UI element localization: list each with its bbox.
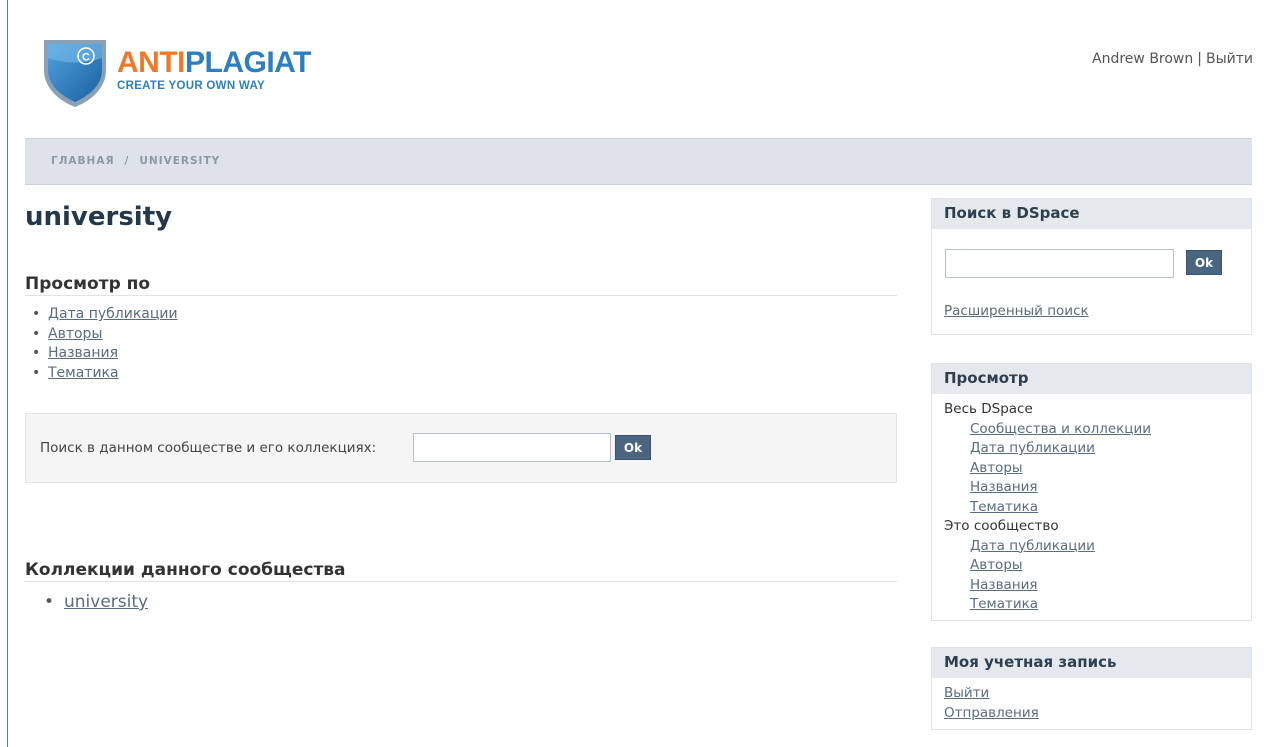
logo-title-anti: ANTI — [117, 46, 186, 79]
sidebar-community-titles-link[interactable]: Названия — [970, 577, 1038, 593]
antiplagiat-logo[interactable]: C ANTIPLAGIAT CREATE YOUR OWN WAY — [40, 36, 330, 108]
logo-tagline: CREATE YOUR OWN WAY — [117, 80, 265, 92]
sidebar-search-input[interactable] — [945, 249, 1174, 278]
logo-wordmark: ANTIPLAGIAT CREATE YOUR OWN WAY — [117, 48, 311, 93]
browse-subjects-link[interactable]: Тематика — [48, 365, 119, 381]
sidebar-search-heading: Поиск в DSpace — [932, 199, 1251, 229]
page-header: C ANTIPLAGIAT CREATE YOUR OWN WAY Andrew… — [0, 0, 1277, 138]
sidebar-logout-link[interactable]: Выйти — [944, 685, 989, 701]
sidebar-community-date-link[interactable]: Дата публикации — [970, 538, 1095, 554]
sidebar-all-authors-link[interactable]: Авторы — [970, 460, 1023, 476]
collections-heading: Коллекции данного сообщества — [25, 560, 897, 582]
collections-list: university — [44, 592, 148, 612]
advanced-search-link[interactable]: Расширенный поиск — [944, 303, 1089, 319]
list-item: Тематика — [32, 364, 178, 384]
community-search-panel: Поиск в данном сообществе и его коллекци… — [25, 413, 897, 483]
sidebar-all-subjects-link[interactable]: Тематика — [970, 499, 1038, 515]
sidebar-account-heading: Моя учетная запись — [932, 648, 1251, 678]
collection-link[interactable]: university — [64, 592, 148, 612]
breadcrumb-home[interactable]: ГЛАВНАЯ — [51, 155, 115, 167]
list-item: university — [44, 592, 148, 612]
breadcrumb-current: UNIVERSITY — [139, 155, 221, 167]
sidebar-community-subjects-link[interactable]: Тематика — [970, 596, 1038, 612]
browse-community-label: Это сообщество — [944, 518, 1059, 534]
browse-titles-link[interactable]: Названия — [48, 345, 118, 361]
logo-title: ANTIPLAGIAT — [117, 48, 311, 78]
community-search-label: Поиск в данном сообществе и его коллекци… — [40, 440, 377, 456]
sidebar-all-titles-link[interactable]: Названия — [970, 479, 1038, 495]
browse-by-heading: Просмотр по — [25, 274, 897, 296]
sidebar-account-box: Моя учетная запись Выйти Отправления — [931, 647, 1252, 730]
list-item: Авторы — [32, 325, 178, 345]
community-search-button[interactable]: Ok — [615, 435, 651, 460]
user-bar-separator: | — [1197, 51, 1202, 67]
list-item: Дата публикации — [32, 305, 178, 325]
shield-icon: C — [44, 40, 106, 107]
browse-by-list: Дата публикации Авторы Названия Тематика — [32, 305, 178, 384]
community-search-input[interactable] — [413, 433, 611, 462]
sidebar-submissions-link[interactable]: Отправления — [944, 705, 1039, 721]
sidebar-search-box: Поиск в DSpace Ok Расширенный поиск — [931, 198, 1252, 335]
sidebar-browse-heading: Просмотр — [932, 364, 1251, 394]
sidebar-search-button[interactable]: Ok — [1186, 250, 1222, 275]
svg-text:C: C — [82, 52, 90, 64]
list-item: Названия — [32, 344, 178, 364]
page-title: university — [25, 202, 173, 232]
logo-title-plagiat: PLAGIAT — [185, 46, 311, 79]
sidebar-communities-link[interactable]: Сообщества и коллекции — [970, 421, 1151, 437]
breadcrumb: ГЛАВНАЯ / UNIVERSITY — [25, 138, 1252, 185]
browse-all-label: Весь DSpace — [944, 401, 1033, 417]
browse-authors-link[interactable]: Авторы — [48, 326, 103, 342]
user-profile-link[interactable]: Andrew Brown — [1092, 51, 1193, 67]
breadcrumb-separator: / — [124, 155, 130, 167]
user-bar: Andrew Brown | Выйти — [1092, 51, 1253, 67]
sidebar-browse-box: Просмотр Весь DSpace Сообщества и коллек… — [931, 363, 1252, 621]
sidebar-community-authors-link[interactable]: Авторы — [970, 557, 1023, 573]
logout-link[interactable]: Выйти — [1206, 51, 1253, 67]
sidebar-all-date-link[interactable]: Дата публикации — [970, 440, 1095, 456]
browse-date-link[interactable]: Дата публикации — [48, 306, 178, 322]
